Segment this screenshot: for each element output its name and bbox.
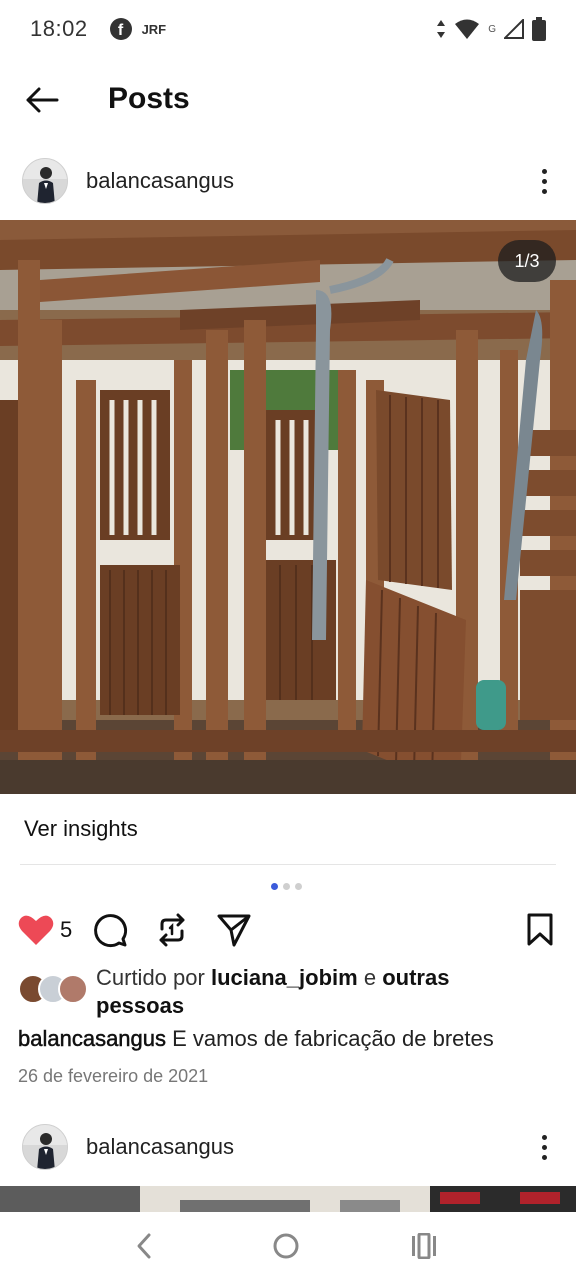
page-title: Posts <box>108 82 190 115</box>
wifi-icon <box>455 19 480 39</box>
like-count[interactable]: 5 <box>60 917 72 943</box>
status-time: 18:02 <box>30 16 88 41</box>
comment-button[interactable] <box>90 908 130 952</box>
system-nav-bar <box>0 1212 576 1280</box>
save-button[interactable] <box>522 908 558 952</box>
liked-joiner: e <box>363 965 377 990</box>
more-options-button[interactable] <box>530 161 558 201</box>
post-header: balancasangus <box>0 150 576 212</box>
liked-others[interactable]: outras <box>382 965 449 990</box>
view-insights-link[interactable]: Ver insights <box>24 816 138 842</box>
facebook-icon: f <box>109 18 132 40</box>
battery-icon <box>532 17 546 41</box>
signal-icon <box>504 19 524 39</box>
data-arrows-icon <box>437 20 446 38</box>
app-bar: Posts <box>0 60 576 144</box>
avatar[interactable] <box>22 1124 68 1170</box>
nav-back-icon <box>137 1233 151 1259</box>
carousel-indicator <box>271 883 302 890</box>
share-button[interactable] <box>214 908 254 952</box>
comment-icon <box>94 914 128 948</box>
bookmark-icon <box>527 913 553 946</box>
liked-others-2[interactable]: pessoas <box>96 993 184 1018</box>
carousel-dot <box>283 883 290 890</box>
status-icons: G <box>436 17 546 41</box>
repost-icon <box>159 913 185 947</box>
home-circle-icon <box>273 1233 299 1259</box>
recent-apps-icon <box>412 1233 436 1259</box>
arrow-left-icon <box>26 87 59 113</box>
liked-user[interactable]: luciana_jobim <box>211 965 358 990</box>
more-options-button[interactable] <box>530 1127 558 1167</box>
liked-by-text: Curtido por luciana_jobim e outras pesso… <box>96 964 556 1020</box>
liked-by-row[interactable]: Curtido por luciana_jobim e outras pesso… <box>18 962 558 1022</box>
carousel-dot <box>295 883 302 890</box>
more-vertical-icon <box>541 1134 547 1140</box>
signal-label: G <box>488 23 496 35</box>
post-username[interactable]: balancasangus <box>86 168 234 194</box>
post-date: 26 de fevereiro de 2021 <box>18 1066 209 1086</box>
heart-filled-icon <box>18 915 54 945</box>
caption-username[interactable]: balancasangus <box>18 1026 167 1052</box>
system-back-button[interactable] <box>122 1224 166 1268</box>
system-home-button[interactable] <box>264 1224 308 1268</box>
next-post-header: balancasangus <box>0 1116 576 1178</box>
liked-avatars <box>18 974 90 1006</box>
notification-label: JRF <box>141 21 167 37</box>
back-button[interactable] <box>22 80 62 120</box>
post-image[interactable]: 1/3 <box>0 220 576 794</box>
divider <box>20 864 556 865</box>
avatar <box>58 974 88 1004</box>
status-bar: 18:02 f JRF G <box>0 0 576 58</box>
send-icon <box>217 914 251 947</box>
more-vertical-icon <box>541 168 547 174</box>
caption-text: E vamos de fabricação de bretes <box>172 1026 494 1051</box>
image-counter: 1/3 <box>498 240 556 282</box>
next-post-image[interactable] <box>0 1186 576 1212</box>
liked-prefix: Curtido por <box>96 965 205 990</box>
avatar[interactable] <box>22 158 68 204</box>
carousel-dot-active <box>271 883 278 890</box>
next-post-username[interactable]: balancasangus <box>86 1134 234 1160</box>
system-recent-apps-button[interactable] <box>402 1224 446 1268</box>
repost-button[interactable] <box>152 908 192 952</box>
post-actions: 5 <box>0 908 576 952</box>
post-caption: balancasangus E vamos de fabricação de b… <box>18 1026 568 1052</box>
like-button[interactable] <box>16 908 56 952</box>
